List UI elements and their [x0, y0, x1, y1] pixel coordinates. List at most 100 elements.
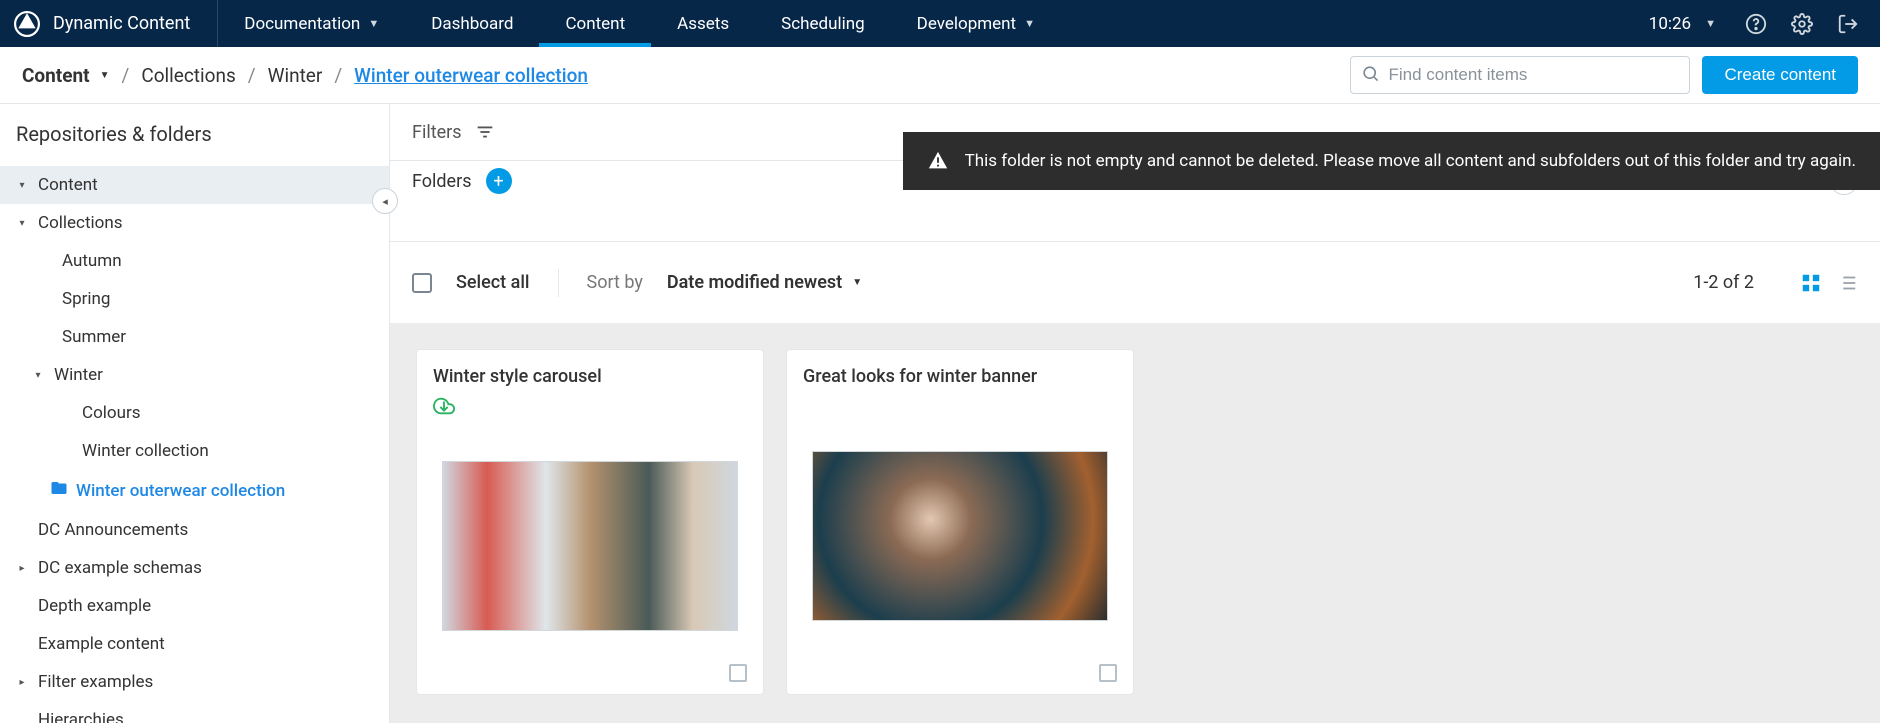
search-input-wrapper[interactable]	[1350, 56, 1690, 94]
content-area: Filters Folders + ▴ Select all Sort by D…	[390, 104, 1880, 723]
brand-logo-icon	[14, 11, 40, 37]
clock-text: 10:26	[1649, 14, 1691, 34]
breadcrumb-separator: /	[334, 64, 342, 87]
tree-label: Summer	[62, 327, 126, 347]
filters-label: Filters	[412, 122, 462, 143]
search-icon	[1361, 64, 1380, 87]
help-icon[interactable]	[1742, 10, 1770, 38]
tree-winter-collection[interactable]: ▸Winter collection	[0, 432, 389, 470]
nav-documentation[interactable]: Documentation ▼	[218, 0, 405, 47]
clock[interactable]: 10:26 ▼	[1649, 14, 1724, 34]
folders-label: Folders	[412, 171, 472, 192]
tree-winter-outerwear-collection[interactable]: Winter outerwear collection	[0, 470, 389, 511]
error-toast: This folder is not empty and cannot be d…	[903, 132, 1880, 190]
tree-label: Collections	[38, 213, 123, 233]
chevron-right-icon: ▸	[14, 677, 30, 688]
tree-label: Example content	[38, 634, 165, 654]
plus-icon: +	[493, 171, 503, 192]
tree-summer[interactable]: ▸Summer	[0, 318, 389, 356]
card-select-checkbox[interactable]	[729, 664, 747, 682]
filter-icon[interactable]	[474, 121, 496, 143]
tree-label: Winter outerwear collection	[76, 481, 285, 501]
nav-content[interactable]: Content	[539, 0, 651, 47]
tree-filter-examples[interactable]: ▸ Filter examples	[0, 663, 389, 701]
settings-icon[interactable]	[1788, 10, 1816, 38]
tree-winter[interactable]: ▾ Winter	[0, 356, 389, 394]
breadcrumb-current[interactable]: Winter outerwear collection	[354, 64, 588, 87]
nav-scheduling[interactable]: Scheduling	[755, 0, 891, 47]
chevron-down-icon: ▼	[1705, 17, 1716, 30]
tree-depth-example[interactable]: ▸Depth example	[0, 587, 389, 625]
nav-development[interactable]: Development ▼	[891, 0, 1061, 47]
breadcrumb-separator: /	[121, 64, 129, 87]
card-select-checkbox[interactable]	[1099, 664, 1117, 682]
tree-label: DC Announcements	[38, 520, 188, 540]
tree-root-content[interactable]: ▾ Content	[0, 166, 389, 204]
tree-label: DC example schemas	[38, 558, 202, 578]
sidebar-title: Repositories & folders	[0, 122, 389, 166]
add-folder-button[interactable]: +	[486, 168, 512, 194]
content-card[interactable]: Great looks for winter banner	[786, 349, 1134, 695]
content-card[interactable]: Winter style carousel	[416, 349, 764, 695]
tree-collections[interactable]: ▾ Collections	[0, 204, 389, 242]
tree-label: Spring	[62, 289, 110, 309]
main: Repositories & folders ▾ Content ▾ Colle…	[0, 104, 1880, 723]
tree-autumn[interactable]: ▸Autumn	[0, 242, 389, 280]
tree-spring[interactable]: ▸Spring	[0, 280, 389, 318]
tree-label: Colours	[82, 403, 141, 423]
select-all-checkbox[interactable]	[412, 273, 432, 293]
chevron-down-icon: ▼	[100, 70, 110, 81]
nav-item-label: Documentation	[244, 14, 360, 34]
nav-item-label: Development	[917, 14, 1016, 34]
chevron-left-icon: ◂	[382, 195, 388, 208]
chevron-down-icon: ▾	[14, 180, 30, 191]
sort-value-text: Date modified newest	[667, 272, 842, 293]
tree: ▾ Content ▾ Collections ▸Autumn ▸Spring	[0, 166, 389, 723]
nav-item-label: Scheduling	[781, 14, 865, 34]
brand-text: Dynamic Content	[53, 13, 190, 34]
breadcrumb-winter[interactable]: Winter	[268, 64, 323, 87]
subbar: Content ▼ / Collections / Winter / Winte…	[0, 47, 1880, 104]
chevron-down-icon: ▾	[30, 370, 46, 381]
warning-icon	[927, 150, 949, 172]
breadcrumb-root-label: Content	[22, 64, 90, 87]
tree-dc-announcements[interactable]: ▸DC Announcements	[0, 511, 389, 549]
sidebar: Repositories & folders ▾ Content ▾ Colle…	[0, 104, 390, 723]
tree-label: Depth example	[38, 596, 151, 616]
list-view-button[interactable]	[1836, 272, 1858, 294]
brand: Dynamic Content	[0, 0, 218, 47]
breadcrumb-collections[interactable]: Collections	[141, 64, 235, 87]
chevron-down-icon: ▼	[852, 277, 862, 288]
nav-item-label: Dashboard	[431, 14, 513, 34]
tree-label: Filter examples	[38, 672, 153, 692]
tree-colours[interactable]: ▸Colours	[0, 394, 389, 432]
tree-hierarchies[interactable]: ▸Hierarchies	[0, 701, 389, 723]
result-count: 1-2 of 2	[1693, 272, 1754, 293]
tree-example-content[interactable]: ▸Example content	[0, 625, 389, 663]
chevron-down-icon: ▼	[1024, 17, 1035, 30]
logout-icon[interactable]	[1834, 10, 1862, 38]
chevron-down-icon: ▾	[14, 218, 30, 229]
breadcrumb-root[interactable]: Content ▼	[22, 64, 109, 87]
tree-dc-example-schemas[interactable]: ▸DC example schemas	[0, 549, 389, 587]
nav-assets[interactable]: Assets	[651, 0, 755, 47]
tree-label: Winter	[54, 365, 103, 385]
grid-view-button[interactable]	[1800, 272, 1822, 294]
top-nav: Dynamic Content Documentation ▼ Dashboar…	[0, 0, 1880, 47]
divider	[558, 269, 559, 297]
collapse-sidebar-button[interactable]: ◂	[372, 188, 398, 214]
published-icon	[433, 395, 747, 421]
tree-label: Autumn	[62, 251, 122, 271]
topnav-right: 10:26 ▼	[1649, 0, 1880, 47]
card-thumbnail	[433, 435, 747, 656]
nav-dashboard[interactable]: Dashboard	[405, 0, 539, 47]
sort-dropdown[interactable]: Date modified newest ▼	[667, 272, 862, 293]
search-input[interactable]	[1388, 65, 1679, 85]
card-thumbnail	[803, 417, 1117, 656]
card-title: Winter style carousel	[433, 366, 747, 387]
list-header: Select all Sort by Date modified newest …	[390, 241, 1880, 323]
nav-item-label: Assets	[677, 14, 729, 34]
tree-label: Content	[38, 175, 98, 195]
create-content-button[interactable]: Create content	[1702, 56, 1858, 94]
error-toast-text: This folder is not empty and cannot be d…	[965, 151, 1856, 171]
